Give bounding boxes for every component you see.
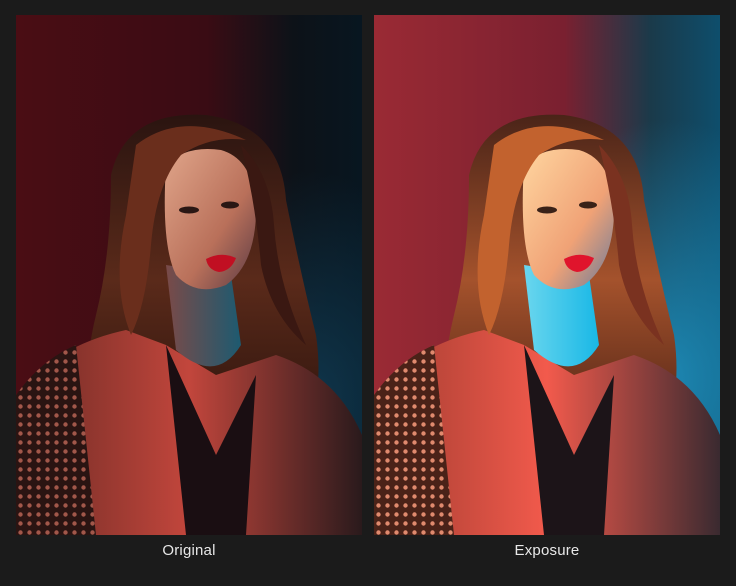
exposure-photo-graphic [374, 15, 720, 535]
original-photo-graphic [16, 15, 362, 535]
original-photo [16, 15, 362, 535]
caption-original: Original [162, 542, 216, 559]
caption-exposure: Exposure [514, 542, 580, 559]
exposure-photo [374, 15, 720, 535]
